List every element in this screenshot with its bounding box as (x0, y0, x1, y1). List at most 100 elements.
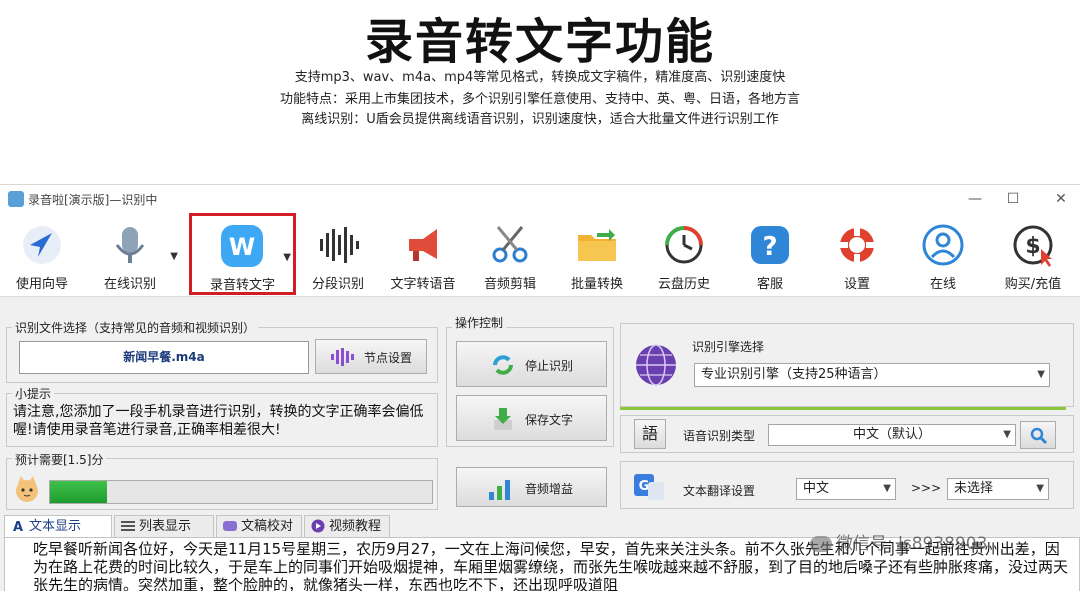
tab-video-tutorial[interactable]: 视频教程 (304, 515, 390, 537)
toolbar-segment-recognition-button[interactable]: 分段识别 (298, 217, 378, 293)
purchase-icon: $ (1013, 225, 1053, 267)
language-icon: 語 (641, 424, 658, 443)
dropdown-arrow-icon[interactable]: ▼ (283, 252, 291, 263)
toolbar-label: 批量转换 (570, 277, 623, 292)
microphone-icon (115, 227, 145, 263)
megaphone-icon (409, 229, 437, 261)
save-text-label: 保存文字 (525, 413, 574, 427)
lifebuoy-icon (840, 228, 874, 262)
toolbar-label: 音频剪辑 (483, 277, 536, 292)
waveform-icon (331, 348, 354, 366)
toolbar-settings-button[interactable]: 设置 (817, 217, 897, 293)
bar-chart-icon (489, 480, 510, 500)
window-title: 录音啦[演示版]—识别中 (28, 193, 158, 207)
save-text-button[interactable]: 保存文字 (456, 395, 607, 441)
search-icon (1030, 427, 1048, 445)
toolbar-online-recognition-button[interactable]: 在线识别 ▼ (90, 217, 178, 293)
maximize-button[interactable]: ☐ (998, 189, 1028, 209)
audio-gain-button[interactable]: 音频增益 (456, 467, 607, 507)
stop-recognition-button[interactable]: 停止识别 (456, 341, 607, 387)
toolbar-text-to-speech-button[interactable]: 文字转语音 (383, 217, 463, 293)
close-button[interactable]: ✕ (1046, 189, 1076, 209)
folder-icon (578, 229, 616, 261)
toolbar-label: 使用向导 (15, 277, 68, 292)
toolbar-label: 云盘历史 (657, 277, 710, 292)
history-clock-icon (665, 226, 703, 264)
toolbar-label: 录音转文字 (209, 278, 275, 293)
toolbar-online-button[interactable]: 在线 (903, 217, 983, 293)
promo-banner: 录音转文字功能 支持mp3、wav、m4a、mp4等常见格式，转换成文字稿件，精… (0, 0, 1080, 183)
wechat-icon (810, 536, 832, 552)
cat-mascot-icon (16, 476, 38, 502)
tab-label: 列表显示 (139, 519, 192, 534)
voice-type-select[interactable]: 中文（默认） ▼ (768, 424, 1016, 446)
translate-to-select[interactable]: 未选择 ▼ (947, 478, 1049, 500)
estimate-label: 预计需要[1.5]分 (12, 451, 107, 468)
language-icon-button[interactable]: 語 (634, 419, 666, 449)
node-settings-button[interactable]: 节点设置 (315, 339, 427, 374)
file-name-field[interactable]: 新闻早餐.m4a (19, 341, 309, 374)
toolbar-guide-button[interactable]: 使用向导 (2, 217, 82, 293)
banner-line-features: 功能特点：采用上市集团技术，多个识别引擎任意使用、支持中、英、粤、日语，各地方言 (279, 92, 800, 107)
text-a-icon: A (13, 520, 23, 533)
chevron-down-icon: ▼ (1037, 369, 1045, 380)
toolbar-label: 文字转语音 (390, 277, 456, 292)
play-icon (311, 519, 325, 533)
banner-line-offline: 离线识别：U盾会员提供离线语音识别，识别速度快，适合大批量文件进行识别工作 (301, 112, 779, 127)
voice-type-label: 语音识别类型 (683, 429, 756, 443)
globe-icon (636, 344, 676, 386)
main-toolbar: 使用向导 在线识别 ▼ W 录音转文字 ▼ 分段识别 文字转语音 音频剪辑 批量… (0, 213, 1080, 297)
engine-accent-line (620, 407, 1066, 410)
translate-icon: G (634, 474, 664, 500)
minimize-button[interactable]: — (960, 189, 990, 209)
toolbar-label: 分段识别 (311, 277, 364, 292)
banner-headline: 录音转文字功能 (364, 14, 715, 70)
translate-from-value: 中文 (803, 481, 830, 496)
tab-label: 文稿校对 (241, 519, 294, 534)
translate-to-value: 未选择 (954, 481, 994, 496)
tab-label: 视频教程 (329, 519, 382, 534)
toolbar-batch-convert-button[interactable]: 批量转换 (557, 217, 637, 293)
tips-title: 小提示 (12, 385, 55, 402)
toolbar-purchase-button[interactable]: $ 购买/充值 (990, 217, 1076, 293)
tab-label: 文本显示 (29, 519, 82, 534)
engine-select[interactable]: 专业识别引擎（支持25种语言） ▼ (694, 363, 1050, 387)
toolbar-audio-edit-button[interactable]: 音频剪辑 (470, 217, 550, 293)
w-logo-icon: W (221, 225, 263, 267)
scissors-icon (492, 226, 528, 263)
dropdown-arrow-icon[interactable]: ▼ (170, 251, 178, 262)
title-bar: 录音啦[演示版]—识别中 — ☐ ✕ (0, 185, 1080, 213)
toolbar-cloud-history-button[interactable]: 云盘历史 (644, 217, 724, 293)
watermark: 微信号: ls8938903 (810, 529, 987, 554)
tab-list-view[interactable]: 列表显示 (114, 515, 214, 537)
translate-label: 文本翻译设置 (683, 484, 756, 498)
toolbar-label: 购买/充值 (1004, 277, 1062, 292)
toolbar-label: 设置 (843, 277, 870, 292)
translate-arrows: >>> (911, 481, 942, 495)
list-icon (121, 521, 135, 531)
tab-text-view[interactable]: A 文本显示 (4, 515, 112, 537)
app-window: 录音啦[演示版]—识别中 — ☐ ✕ 使用向导 在线识别 ▼ W 录音转文字 ▼… (0, 184, 1080, 591)
toolbar-customer-service-button[interactable]: ? 客服 (730, 217, 810, 293)
search-button[interactable] (1020, 421, 1056, 449)
engine-select-value: 专业识别引擎（支持25种语言） (701, 367, 887, 382)
translate-from-select[interactable]: 中文 ▼ (796, 478, 896, 500)
chevron-down-icon: ▼ (1003, 429, 1011, 440)
node-settings-label: 节点设置 (364, 351, 413, 365)
waveform-icon (320, 227, 359, 263)
watermark-text: 微信号: ls8938903 (836, 534, 988, 554)
svg-text:$: $ (1025, 234, 1040, 259)
toolbar-audio-to-text-button[interactable]: W 录音转文字 ▼ (189, 213, 296, 295)
translate-icon-letter: G (639, 479, 650, 494)
proofread-icon (223, 521, 237, 531)
toolbar-label: 在线 (929, 277, 956, 292)
svg-text:A: A (13, 520, 23, 533)
svg-text:?: ? (762, 232, 777, 262)
help-icon: ? (751, 226, 789, 264)
refresh-icon (493, 355, 513, 375)
navigation-arrow-icon (23, 226, 61, 264)
tab-proofread[interactable]: 文稿校对 (216, 515, 302, 537)
download-icon (494, 408, 512, 430)
chevron-down-icon: ▼ (883, 483, 891, 494)
banner-line-formats: 支持mp3、wav、m4a、mp4等常见格式，转换成文字稿件，精准度高、识别速度… (294, 70, 786, 85)
